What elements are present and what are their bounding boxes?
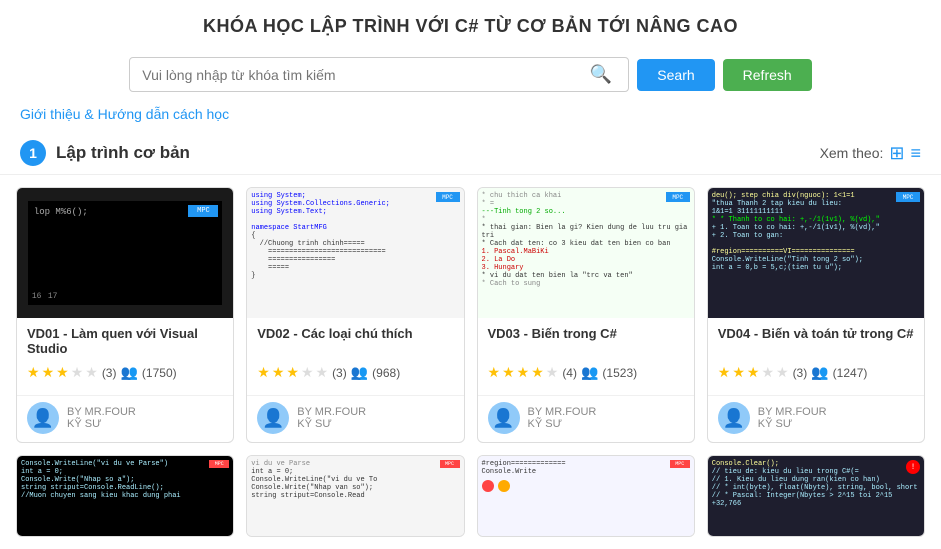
search-input[interactable] [142, 67, 586, 83]
intro-link[interactable]: Giới thiệu & Hướng dẫn cách học [20, 106, 229, 122]
page-wrapper: KHÓA HỌC LẬP TRÌNH VỚI C# TỪ CƠ BẢN TỚI … [0, 0, 941, 549]
card-author: 👤 BY MR.FOURKỸ SƯ [478, 395, 694, 442]
author-role: KỸ SƯ [67, 418, 136, 430]
search-bar: 🔍 Searh Refresh [20, 57, 921, 92]
enroll-count: (1750) [142, 366, 177, 380]
star-rating: ★★★★★ [718, 364, 789, 381]
author-by: BY MR.FOUR [528, 406, 597, 418]
author-role: KỸ SƯ [758, 418, 827, 430]
enroll-count: (1523) [602, 366, 637, 380]
avatar: 👤 [257, 402, 289, 434]
star-rating: ★★★★★ [27, 364, 98, 381]
list-view-icon[interactable]: ≡ [910, 143, 921, 164]
author-role: KỸ SƯ [297, 418, 366, 430]
refresh-button[interactable]: Refresh [723, 59, 812, 91]
bottom-cards-grid: Console.WriteLine("vi du ve Parse") int … [0, 455, 941, 549]
rating-count: (3) [793, 366, 808, 380]
author-by: BY MR.FOUR [297, 406, 366, 418]
enroll-icon: 👥 [581, 364, 598, 381]
avatar: 👤 [488, 402, 520, 434]
enroll-icon: 👥 [120, 364, 137, 381]
author-by: BY MR.FOUR [67, 406, 136, 418]
bottom-card-vd08[interactable]: Console.Clear(); // tieu de: kieu du lie… [707, 455, 925, 537]
grid-view-icon[interactable]: ⊞ [889, 143, 904, 164]
view-label: Xem theo: [820, 145, 884, 161]
avatar: 👤 [718, 402, 750, 434]
rating-count: (3) [332, 366, 347, 380]
section-left: 1 Lập trình cơ bản [20, 140, 190, 166]
card-author: 👤 BY MR.FOURKỸ SƯ [247, 395, 463, 442]
nav-link-area: Giới thiệu & Hướng dẫn cách học [0, 102, 941, 132]
star-rating: ★★★★★ [257, 364, 328, 381]
enroll-count: (968) [372, 366, 400, 380]
page-header: KHÓA HỌC LẬP TRÌNH VỚI C# TỪ CƠ BẢN TỚI … [0, 0, 941, 47]
star-rating: ★★★★★ [488, 364, 559, 381]
card-author: 👤 BY MR.FOURKỸ SƯ [17, 395, 233, 442]
course-card-vd03[interactable]: * chu thich ca khai * = ---Tinh tong 2 s… [477, 187, 695, 443]
course-title: VD01 - Làm quen với Visual Studio [27, 326, 223, 358]
search-icon-button[interactable]: 🔍 [586, 64, 616, 85]
bottom-card-vd05[interactable]: Console.WriteLine("vi du ve Parse") int … [16, 455, 234, 537]
section-title: Lập trình cơ bản [56, 143, 190, 163]
section-right: Xem theo: ⊞ ≡ [820, 143, 921, 164]
search-input-wrap: 🔍 [129, 57, 629, 92]
bottom-card-vd06[interactable]: vi du ve Parse int a = 0; Console.WriteL… [246, 455, 464, 537]
section-header: 1 Lập trình cơ bản Xem theo: ⊞ ≡ [0, 132, 941, 175]
course-card-vd01[interactable]: lop M%6(); 16 17 MPC VD01 - Làm quen với… [16, 187, 234, 443]
course-title: VD03 - Biến trong C# [488, 326, 684, 358]
page-title: KHÓA HỌC LẬP TRÌNH VỚI C# TỪ CƠ BẢN TỚI … [20, 16, 921, 37]
enroll-icon: 👥 [811, 364, 828, 381]
author-role: KỸ SƯ [528, 418, 597, 430]
card-author: 👤 BY MR.FOURKỸ SƯ [708, 395, 924, 442]
rating-count: (3) [102, 366, 117, 380]
bottom-card-vd07[interactable]: #region============= Console.Write MPC [477, 455, 695, 537]
enroll-count: (1247) [833, 366, 868, 380]
course-card-vd02[interactable]: using System; using System.Collections.G… [246, 187, 464, 443]
section-number: 1 [20, 140, 46, 166]
search-button[interactable]: Searh [637, 59, 714, 91]
rating-count: (4) [562, 366, 577, 380]
course-card-vd04[interactable]: deu(); step chia div(nguoc): 1<1=1 "thua… [707, 187, 925, 443]
enroll-icon: 👥 [351, 364, 368, 381]
course-title: VD02 - Các loại chú thích [257, 326, 453, 358]
author-by: BY MR.FOUR [758, 406, 827, 418]
courses-grid: lop M%6(); 16 17 MPC VD01 - Làm quen với… [0, 187, 941, 455]
course-title: VD04 - Biến và toán tử trong C# [718, 326, 914, 358]
avatar: 👤 [27, 402, 59, 434]
